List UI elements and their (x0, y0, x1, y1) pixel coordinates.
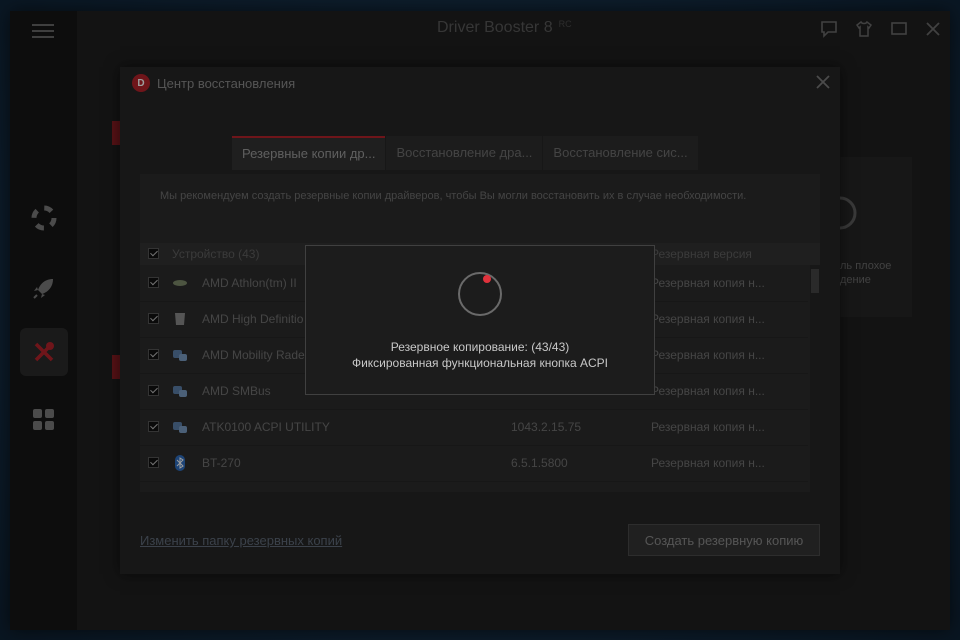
progress-current-item: Фиксированная функциональная кнопка ACPI (351, 356, 609, 370)
progress-count-text: Резервное копирование: (43/43) (390, 340, 570, 354)
loading-spinner-icon (457, 271, 503, 317)
backup-progress-dialog: Резервное копирование: (43/43) Фиксирова… (305, 245, 655, 395)
